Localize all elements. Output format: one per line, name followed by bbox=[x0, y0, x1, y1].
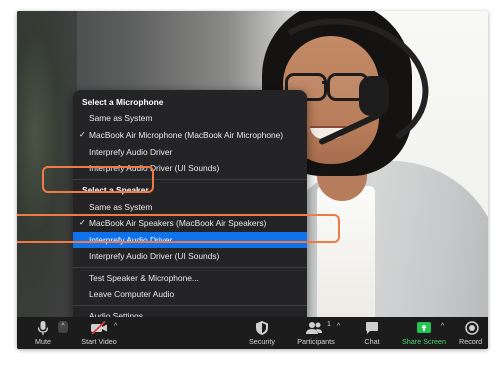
menu-item-label: MacBook Air Microphone (MacBook Air Micr… bbox=[89, 130, 284, 140]
speaker-option-interprefy[interactable]: Interprefy Audio Driver bbox=[73, 232, 307, 248]
record-button[interactable]: Record bbox=[459, 320, 488, 348]
shield-icon bbox=[256, 321, 268, 335]
menu-item-label: Same as System bbox=[89, 113, 153, 123]
microphone-option-interprefy[interactable]: Interprefy Audio Driver bbox=[73, 144, 307, 160]
speaker-heading-text: Select a Speaker bbox=[82, 185, 149, 195]
menu-item-label: Interprefy Audio Driver (UI Sounds) bbox=[89, 163, 220, 173]
participants-count: 1 bbox=[327, 321, 331, 328]
checkmark-icon: ✓ bbox=[79, 218, 86, 227]
participants-label: Participants bbox=[297, 337, 335, 346]
start-video-label: Start Video bbox=[81, 337, 117, 346]
audio-options-menu: Select a Microphone Same as System ✓ Mac… bbox=[73, 90, 307, 330]
participants-button[interactable]: Participants bbox=[293, 320, 339, 348]
headset-earcup bbox=[359, 76, 389, 116]
mute-button[interactable]: Mute bbox=[31, 320, 55, 348]
chevron-up-icon[interactable]: ^ bbox=[441, 323, 444, 330]
menu-item-label: MacBook Air Speakers (MacBook Air Speake… bbox=[89, 218, 267, 228]
menu-item-label: Interprefy Audio Driver bbox=[89, 235, 173, 245]
microphone-heading-text: Select a Microphone bbox=[82, 97, 164, 107]
menu-item-label: Test Speaker & Microphone... bbox=[89, 273, 199, 283]
chat-icon bbox=[366, 322, 378, 334]
video-off-icon bbox=[91, 320, 107, 335]
zoom-meeting-window: Select a Microphone Same as System ✓ Mac… bbox=[17, 11, 488, 349]
test-speaker-microphone-item[interactable]: Test Speaker & Microphone... bbox=[73, 270, 307, 286]
menu-item-label: Interprefy Audio Driver (UI Sounds) bbox=[89, 251, 220, 261]
speaker-option-interprefy-ui-sounds[interactable]: Interprefy Audio Driver (UI Sounds) bbox=[73, 248, 307, 264]
participants-icon bbox=[306, 322, 322, 334]
menu-divider bbox=[73, 305, 307, 306]
meeting-control-bar: Mute ^ Start Video ^ Security Participan… bbox=[17, 317, 488, 349]
menu-item-label: Interprefy Audio Driver bbox=[89, 147, 173, 157]
security-label: Security bbox=[249, 337, 275, 346]
background-plant bbox=[17, 11, 77, 317]
chevron-up-icon[interactable]: ^ bbox=[337, 323, 340, 330]
menu-item-label: Leave Computer Audio bbox=[89, 289, 175, 299]
mute-label: Mute bbox=[35, 337, 51, 346]
share-screen-label: Share Screen bbox=[402, 337, 446, 346]
chevron-up-icon[interactable]: ^ bbox=[114, 323, 117, 330]
chat-button[interactable]: Chat bbox=[361, 320, 383, 348]
microphone-option-same-as-system[interactable]: Same as System bbox=[73, 110, 307, 126]
speaker-option-macbook-air[interactable]: ✓ MacBook Air Speakers (MacBook Air Spea… bbox=[73, 215, 307, 231]
menu-item-label: Same as System bbox=[89, 202, 153, 212]
menu-divider bbox=[73, 179, 307, 180]
share-screen-icon bbox=[417, 322, 431, 333]
speaker-option-same-as-system[interactable]: Same as System bbox=[73, 199, 307, 215]
microphone-option-macbook-air[interactable]: ✓ MacBook Air Microphone (MacBook Air Mi… bbox=[73, 127, 307, 143]
participant-shirt bbox=[317, 186, 375, 317]
record-label: Record bbox=[459, 337, 483, 346]
security-button[interactable]: Security bbox=[245, 320, 279, 348]
microphone-icon bbox=[37, 321, 49, 335]
checkmark-icon: ✓ bbox=[79, 130, 86, 139]
chat-label: Chat bbox=[364, 337, 380, 346]
microphone-section-heading: Select a Microphone bbox=[73, 94, 307, 110]
audio-options-toggle[interactable]: ^ bbox=[58, 321, 68, 333]
chevron-up-icon: ^ bbox=[61, 323, 65, 330]
menu-divider bbox=[73, 267, 307, 268]
leave-computer-audio-item[interactable]: Leave Computer Audio bbox=[73, 286, 307, 302]
speaker-section-heading: Select a Speaker bbox=[73, 182, 307, 198]
record-icon bbox=[465, 321, 479, 335]
microphone-option-interprefy-ui-sounds[interactable]: Interprefy Audio Driver (UI Sounds) bbox=[73, 160, 307, 176]
